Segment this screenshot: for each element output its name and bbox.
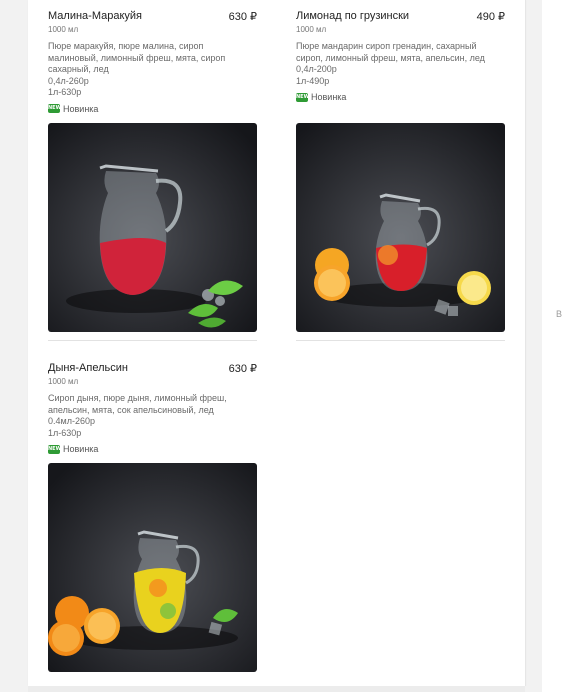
edge-text: В <box>556 309 562 319</box>
new-badge: NEW Новинка <box>48 104 257 114</box>
product-sizes: 0.4мл-260р 1л-630р <box>48 416 257 439</box>
size-price: 1л-490р <box>296 75 330 86</box>
product-card[interactable]: Лимонад по грузински 490 ₽ 1000 мл Пюре … <box>296 10 505 102</box>
badge-label: Новинка <box>63 103 99 114</box>
product-description: Пюре маракуйя, пюре малина, сироп малино… <box>48 41 257 76</box>
bottom-bar <box>28 686 525 692</box>
description-line: Пюре мандарин сироп гренадин, сахарный <box>296 41 477 51</box>
size-price: 0.4мл-260р <box>48 416 95 426</box>
product-volume: 1000 мл <box>48 377 79 386</box>
badge-label: Новинка <box>311 92 347 102</box>
product-volume: 1000 мл <box>48 25 79 34</box>
product-photo[interactable] <box>48 463 257 672</box>
size-price: 0,4л-260р <box>48 75 89 86</box>
product-name[interactable]: Малина-Маракуйя <box>48 10 142 22</box>
product-price: 630 ₽ <box>228 11 257 23</box>
card-divider <box>296 340 505 341</box>
product-price: 490 ₽ <box>476 11 505 23</box>
size-price: 0,4л-200р <box>296 64 337 74</box>
description-line: сироп, лимонный фреш, мята, апельсин, ле… <box>296 52 485 63</box>
product-description: Сироп дыня, пюре дыня, лимонный фреш, ап… <box>48 393 257 416</box>
product-photo[interactable] <box>48 123 257 332</box>
product-photo[interactable] <box>296 123 505 332</box>
new-badge: NEW Новинка <box>48 444 257 454</box>
product-volume: 1000 мл <box>296 25 327 34</box>
product-price: 630 ₽ <box>228 363 257 375</box>
size-price: 1л-630р <box>48 427 82 438</box>
new-badge: NEW Новинка <box>296 92 505 102</box>
product-description: Пюре мандарин сироп гренадин, сахарный с… <box>296 41 505 64</box>
badge-label: Новинка <box>63 444 99 454</box>
description-line: апельсин, мята, сок апельсиновый, лед <box>48 404 214 415</box>
product-name[interactable]: Лимонад по грузински <box>296 10 409 22</box>
size-price: 1л-630р <box>48 87 82 97</box>
product-card[interactable]: Малина-Маракуйя 630 ₽ 1000 мл Пюре марак… <box>48 10 257 114</box>
new-icon: NEW <box>48 104 62 113</box>
description-line: Сироп дыня, пюре дыня, лимонный фреш, <box>48 393 227 403</box>
description-line: сахарный, лед <box>48 64 109 74</box>
product-sizes: 0,4л-200р 1л-490р <box>296 64 505 87</box>
new-icon: NEW <box>48 444 62 454</box>
description-line: Пюре маракуйя, пюре малина, сироп <box>48 41 204 51</box>
card-divider <box>48 340 257 341</box>
product-sizes: 0,4л-260р 1л-630р <box>48 76 257 99</box>
product-name[interactable]: Дыня-Апельсин <box>48 362 128 374</box>
description-line: малиновый, лимонный фреш, мята, сироп <box>48 52 226 63</box>
product-card[interactable]: Дыня-Апельсин 630 ₽ 1000 мл Сироп дыня, … <box>48 362 257 454</box>
right-column <box>542 0 562 692</box>
new-icon: NEW <box>296 92 310 102</box>
